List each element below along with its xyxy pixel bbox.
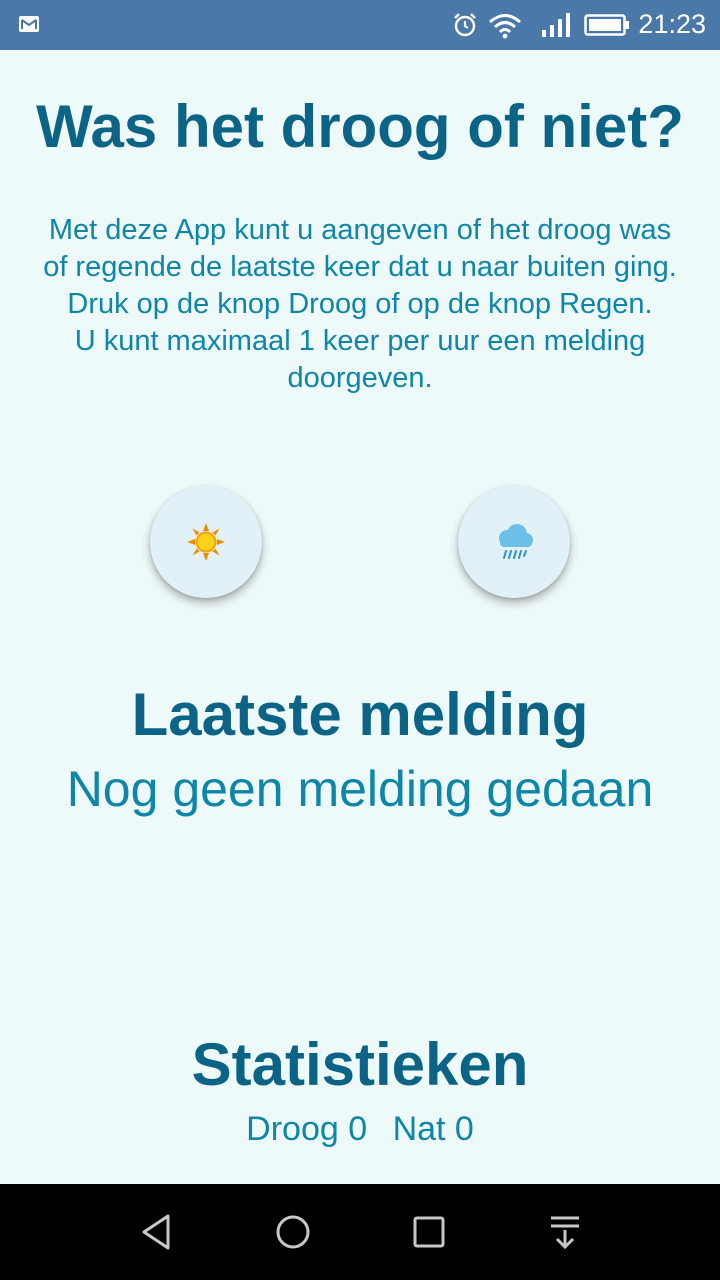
notification-icon[interactable] <box>543 1210 587 1254</box>
home-icon[interactable] <box>271 1210 315 1254</box>
signal-icon <box>542 13 570 37</box>
intro-line: U kunt maximaal 1 keer per uur een meldi… <box>74 325 646 394</box>
battery-icon <box>584 14 629 36</box>
dry-count: Droog 0 <box>246 1110 368 1148</box>
intro-line: Druk op de knop Droog of op de knop Rege… <box>67 288 653 320</box>
dry-button[interactable] <box>150 486 262 598</box>
status-bar: 21:23 <box>0 0 720 50</box>
intro-line: Met deze App kunt u aangeven of het droo… <box>43 214 677 283</box>
sun-icon <box>187 523 225 561</box>
last-report-title: Laatste melding <box>131 681 589 748</box>
status-time: 21:23 <box>638 9 706 39</box>
navigation-bar <box>0 1184 720 1280</box>
rain-cloud-icon <box>499 524 533 559</box>
back-icon[interactable] <box>136 1210 180 1254</box>
wifi-icon <box>489 14 521 39</box>
intro-text: Met deze App kunt u aangeven of het droo… <box>40 212 680 397</box>
statistics-title: Statistieken <box>191 1031 529 1098</box>
alarm-icon <box>454 13 476 37</box>
page-title: Was het droog of niet? <box>36 93 684 160</box>
last-report-value: Nog geen melding gedaan <box>66 761 654 817</box>
recent-apps-icon[interactable] <box>407 1210 451 1254</box>
statistics-values: Droog 0 Nat 0 <box>0 1110 720 1149</box>
mail-icon <box>19 16 39 32</box>
rain-button[interactable] <box>458 486 570 598</box>
wet-count: Nat 0 <box>392 1110 474 1148</box>
